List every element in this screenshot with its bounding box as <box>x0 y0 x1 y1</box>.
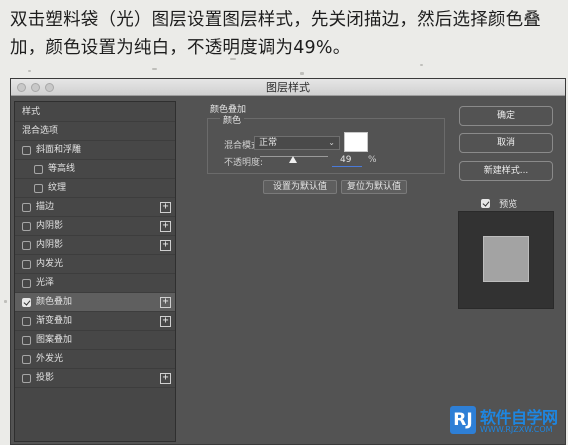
window-controls <box>17 83 54 92</box>
blend-mode-select[interactable]: 正常 ⌄ <box>254 136 340 150</box>
style-list-item[interactable]: 混合选项 <box>15 122 175 141</box>
dialog-title: 图层样式 <box>266 81 310 94</box>
style-checkbox[interactable] <box>34 165 43 174</box>
style-checkbox[interactable] <box>22 279 31 288</box>
blend-mode-value: 正常 <box>259 138 278 148</box>
style-list-item[interactable]: 纹理 <box>15 179 175 198</box>
style-checkbox[interactable] <box>22 146 31 155</box>
style-list-label: 纹理 <box>48 183 67 193</box>
style-list-label: 内阴影 <box>36 221 64 231</box>
watermark-url: WWW.RJZXW.COM <box>480 425 553 434</box>
style-checkbox[interactable] <box>22 317 31 326</box>
style-list-label: 内阴影 <box>36 240 64 250</box>
preview-label: 预览 <box>499 200 518 210</box>
style-list-label: 内发光 <box>36 259 64 269</box>
paper-speckle <box>420 64 423 66</box>
style-list-label: 光泽 <box>36 278 55 288</box>
overlay-color-swatch[interactable] <box>344 132 368 152</box>
style-list-item[interactable]: 等高线 <box>15 160 175 179</box>
style-checkbox[interactable] <box>22 241 31 250</box>
style-list-item[interactable]: 内阴影 + <box>15 236 175 255</box>
style-list-label: 图案叠加 <box>36 335 73 345</box>
close-window-button[interactable] <box>17 83 26 92</box>
style-checkbox[interactable] <box>22 355 31 364</box>
make-default-button[interactable]: 设置为默认值 <box>263 180 337 194</box>
style-checkbox[interactable] <box>22 203 31 212</box>
style-list-label: 投影 <box>36 373 55 383</box>
style-list-item[interactable]: 描边 + <box>15 198 175 217</box>
style-checkbox[interactable] <box>22 336 31 345</box>
paper-speckle <box>300 72 304 75</box>
style-list-label: 描边 <box>36 202 55 212</box>
style-list-item[interactable]: 外发光 <box>15 350 175 369</box>
paper-speckle <box>152 68 157 70</box>
instruction-text: 双击塑料袋（光）图层设置图层样式，先关闭描边，然后选择颜色叠加，颜色设置为纯白，… <box>10 10 541 58</box>
layer-style-dialog: 图层样式 样式 混合选项 斜面和浮雕 等高线 纹理 描边 + 内阴影 + 内阴影 + 内发光 光泽 颜色叠… <box>10 78 566 445</box>
style-list-item[interactable]: 渐变叠加 + <box>15 312 175 331</box>
style-list-label: 外发光 <box>36 354 64 364</box>
add-effect-icon[interactable]: + <box>160 221 171 232</box>
color-overlay-panel: 颜色叠加 颜色 混合模式: 正常 ⌄ 不透明度: % 设置为默认值 复位为默认值 <box>180 101 446 442</box>
reset-default-button[interactable]: 复位为默认值 <box>341 180 407 194</box>
paper-speckle <box>28 70 31 72</box>
style-list-item[interactable]: 光泽 <box>15 274 175 293</box>
cancel-button[interactable]: 取消 <box>459 133 553 153</box>
style-list-item[interactable]: 投影 + <box>15 369 175 388</box>
preview-checkbox[interactable] <box>481 199 490 208</box>
add-effect-icon[interactable]: + <box>160 240 171 251</box>
chevron-down-icon: ⌄ <box>328 138 335 147</box>
add-effect-icon[interactable]: + <box>160 373 171 384</box>
opacity-input[interactable] <box>332 154 362 167</box>
minimize-window-button[interactable] <box>31 83 40 92</box>
ok-button[interactable]: 确定 <box>459 106 553 126</box>
preview-swatch <box>483 236 529 282</box>
style-list-item[interactable]: 颜色叠加 + <box>15 293 175 312</box>
style-checkbox[interactable] <box>22 374 31 383</box>
add-effect-icon[interactable]: + <box>160 202 171 213</box>
group-label: 颜色 <box>220 113 245 126</box>
style-list-label: 样式 <box>22 107 41 117</box>
style-list-item[interactable]: 内发光 <box>15 255 175 274</box>
style-checkbox[interactable] <box>34 184 43 193</box>
opacity-slider-thumb[interactable] <box>289 156 298 163</box>
style-list-label: 颜色叠加 <box>36 297 73 307</box>
add-effect-icon[interactable]: + <box>160 297 171 308</box>
style-list-label: 渐变叠加 <box>36 316 73 326</box>
zoom-window-button[interactable] <box>45 83 54 92</box>
preview-box <box>458 211 554 309</box>
add-effect-icon[interactable]: + <box>160 316 171 327</box>
style-list-item[interactable]: 斜面和浮雕 <box>15 141 175 160</box>
style-checkbox[interactable] <box>22 222 31 231</box>
opacity-unit: % <box>368 155 377 165</box>
style-list: 样式 混合选项 斜面和浮雕 等高线 纹理 描边 + 内阴影 + 内阴影 + 内发光 光泽 颜色叠加 + 渐变叠… <box>14 101 176 442</box>
watermark-logo: RJ <box>450 406 476 434</box>
opacity-label: 不透明度: <box>224 158 264 168</box>
preview-toggle[interactable]: 预览 <box>481 192 517 211</box>
style-list-item[interactable]: 样式 <box>15 103 175 122</box>
style-list-label: 等高线 <box>48 164 76 174</box>
new-style-button[interactable]: 新建样式... <box>459 161 553 181</box>
style-list-label: 混合选项 <box>22 126 59 136</box>
style-list-item[interactable]: 内阴影 + <box>15 217 175 236</box>
style-list-label: 斜面和浮雕 <box>36 145 82 155</box>
style-checkbox[interactable] <box>22 260 31 269</box>
style-list-item[interactable]: 图案叠加 <box>15 331 175 350</box>
paper-speckle <box>4 300 7 303</box>
style-checkbox[interactable] <box>22 298 31 307</box>
dialog-titlebar: 图层样式 <box>11 79 565 96</box>
